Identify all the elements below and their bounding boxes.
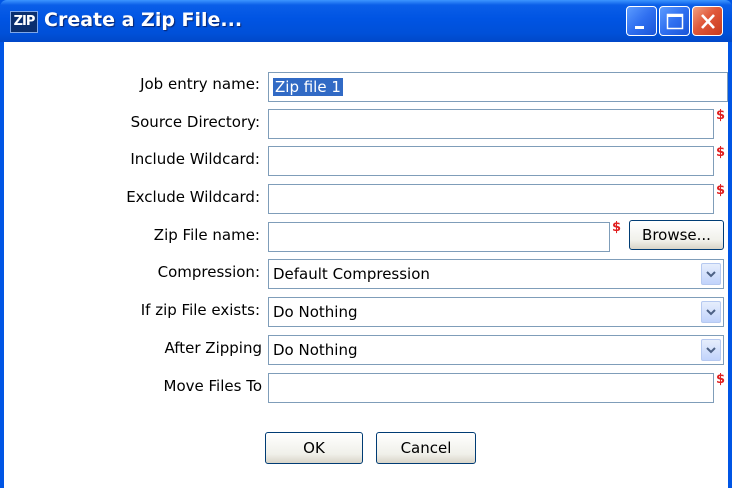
after-zipping-dropdown-button[interactable] — [701, 339, 721, 361]
compression-label: Compression: — [157, 263, 260, 281]
chevron-down-icon — [706, 309, 716, 316]
dialog-window: ZIP Create a Zip File... Job entry name:… — [0, 0, 732, 488]
job-entry-name-value: Zip file 1 — [273, 78, 343, 96]
include-wildcard-label: Include Wildcard: — [130, 150, 260, 168]
window-title: Create a Zip File... — [44, 9, 243, 31]
cancel-button[interactable]: Cancel — [376, 432, 476, 464]
move-files-to-input[interactable] — [268, 373, 714, 403]
job-entry-name-label: Job entry name: — [140, 75, 260, 93]
move-files-to-label: Move Files To — [163, 377, 262, 395]
compression-select[interactable]: Default Compression — [268, 259, 724, 289]
title-bar[interactable]: ZIP Create a Zip File... — [0, 0, 732, 42]
close-button[interactable] — [692, 6, 723, 36]
minimize-button[interactable] — [626, 6, 657, 36]
zip-file-name-label: Zip File name: — [153, 226, 260, 244]
include-wildcard-input[interactable] — [268, 146, 714, 176]
after-zipping-select[interactable]: Do Nothing — [268, 335, 724, 365]
exclude-wildcard-input[interactable] — [268, 184, 714, 214]
variable-marker-icon: $ — [716, 372, 726, 387]
compression-dropdown-button[interactable] — [701, 263, 721, 285]
source-directory-label: Source Directory: — [130, 113, 260, 131]
if-zip-exists-value: Do Nothing — [273, 303, 358, 321]
variable-marker-icon: $ — [716, 108, 726, 123]
after-zipping-value: Do Nothing — [273, 341, 358, 359]
if-zip-exists-dropdown-button[interactable] — [701, 301, 721, 323]
zip-app-icon: ZIP — [10, 11, 38, 33]
maximize-icon — [666, 13, 684, 30]
compression-value: Default Compression — [273, 265, 430, 283]
dialog-content: Job entry name: Zip file 1 Source Direct… — [4, 42, 728, 488]
variable-marker-icon: $ — [716, 183, 726, 198]
close-icon — [701, 14, 715, 29]
chevron-down-icon — [706, 347, 716, 354]
exclude-wildcard-label: Exclude Wildcard: — [126, 188, 260, 206]
chevron-down-icon — [706, 271, 716, 278]
variable-marker-icon: $ — [612, 220, 622, 235]
variable-marker-icon: $ — [716, 145, 726, 160]
if-zip-exists-label: If zip File exists: — [140, 301, 260, 319]
source-directory-input[interactable] — [268, 109, 714, 139]
zip-file-name-input[interactable] — [268, 222, 610, 252]
minimize-icon — [635, 26, 644, 29]
if-zip-exists-select[interactable]: Do Nothing — [268, 297, 724, 327]
browse-button[interactable]: Browse... — [629, 220, 724, 250]
after-zipping-label: After Zipping — [164, 339, 262, 357]
ok-button[interactable]: OK — [265, 432, 363, 464]
maximize-button[interactable] — [659, 6, 690, 36]
job-entry-name-input[interactable]: Zip file 1 — [268, 72, 728, 102]
